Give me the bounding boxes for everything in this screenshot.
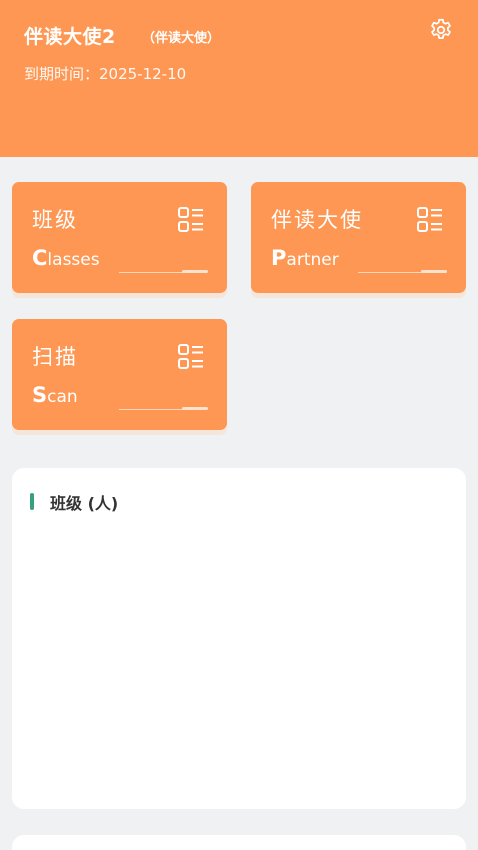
panel-title: 班级 (人) xyxy=(50,494,119,513)
gear-icon xyxy=(431,18,451,39)
menu-list-icon xyxy=(178,207,203,232)
card-decor-dash xyxy=(182,270,208,273)
expire-date: 到期时间：2025-12-10 xyxy=(24,65,187,83)
card-subtitle: Scan xyxy=(32,383,78,407)
header-banner: 伴读大使2 （伴读大使） 到期时间：2025-12-10 xyxy=(0,0,478,157)
scan-card[interactable]: 扫描 Scan xyxy=(12,319,227,430)
card-subtitle: Classes xyxy=(32,246,100,270)
second-panel xyxy=(12,835,466,850)
class-stats-panel: 班级 (人) xyxy=(12,468,466,809)
card-decor-dash xyxy=(182,407,208,410)
menu-list-icon xyxy=(178,344,203,369)
card-subtitle-initial: C xyxy=(32,246,48,270)
user-role: （伴读大使） xyxy=(142,31,221,46)
card-subtitle: Partner xyxy=(271,246,339,270)
card-subtitle-initial: S xyxy=(32,383,48,407)
card-title: 伴读大使 xyxy=(271,208,363,232)
classes-card[interactable]: 班级 Classes xyxy=(12,182,227,293)
menu-list-icon xyxy=(417,207,442,232)
user-name: 伴读大使2 xyxy=(24,26,116,48)
card-subtitle-rest: lasses xyxy=(47,250,100,270)
section-accent-bar xyxy=(30,493,34,510)
card-subtitle-initial: P xyxy=(271,246,287,270)
partner-card[interactable]: 伴读大使 Partner xyxy=(251,182,466,293)
settings-button[interactable] xyxy=(428,17,454,43)
card-title: 扫描 xyxy=(32,345,78,369)
card-subtitle-rest: can xyxy=(47,387,78,407)
card-subtitle-rest: artner xyxy=(286,250,339,270)
card-decor-dash xyxy=(421,270,447,273)
card-title: 班级 xyxy=(32,208,78,232)
